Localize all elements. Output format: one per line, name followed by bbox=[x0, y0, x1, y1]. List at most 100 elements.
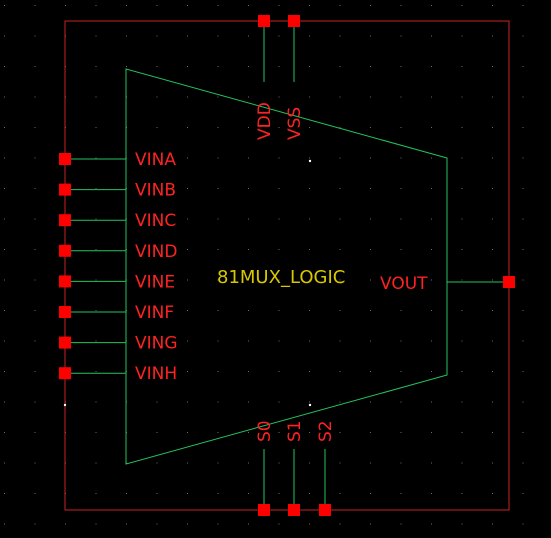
grid-dot bbox=[4, 340, 5, 342]
input-pin-connector[interactable] bbox=[59, 153, 71, 165]
grid-dot bbox=[217, 523, 219, 525]
power-pin-label: VSS bbox=[285, 107, 305, 140]
grid-dot bbox=[339, 96, 341, 98]
grid-dot bbox=[339, 218, 341, 220]
select-pin-connector[interactable] bbox=[258, 504, 270, 516]
grid-dot bbox=[400, 218, 402, 220]
grid-dot bbox=[309, 35, 310, 37]
output-pin-label: VOUT bbox=[380, 274, 428, 294]
grid-dot bbox=[461, 523, 463, 525]
grid-dot bbox=[217, 188, 219, 189]
grid-dot bbox=[309, 188, 310, 189]
grid-dot bbox=[156, 462, 158, 464]
grid-dot bbox=[339, 462, 341, 464]
grid-dot bbox=[522, 157, 524, 159]
input-pin-connector[interactable] bbox=[59, 183, 71, 196]
grid-dot bbox=[4, 5, 5, 6]
grid-dot bbox=[65, 5, 66, 6]
grid-dot bbox=[461, 249, 463, 250]
grid-dot bbox=[492, 340, 493, 342]
grid-dot bbox=[248, 401, 249, 403]
grid-dot bbox=[461, 462, 463, 464]
grid-dot bbox=[156, 5, 158, 6]
grid-dot bbox=[522, 66, 524, 67]
grid-dot bbox=[217, 157, 219, 159]
grid-dot bbox=[492, 35, 493, 37]
symbol-name-label: 81MUX_LOGIC bbox=[217, 267, 345, 288]
grid-dot bbox=[461, 35, 463, 37]
grid-dot bbox=[217, 96, 219, 98]
input-pin-connector[interactable] bbox=[59, 244, 71, 257]
input-pin-connector[interactable] bbox=[59, 214, 71, 227]
grid-dot bbox=[248, 66, 249, 67]
grid-dot bbox=[217, 462, 219, 464]
grid-dot bbox=[278, 188, 280, 189]
grid-dot bbox=[309, 432, 310, 433]
grid-dot bbox=[461, 5, 463, 6]
grid-dot bbox=[431, 157, 432, 159]
grid-dot bbox=[187, 371, 188, 372]
grid-dot bbox=[400, 371, 402, 372]
grid-dot bbox=[400, 188, 402, 189]
grid-dot bbox=[95, 279, 97, 281]
grid-dot bbox=[400, 157, 402, 159]
grid-dot bbox=[4, 218, 5, 220]
grid-dot bbox=[248, 35, 249, 37]
power-pin-connector[interactable] bbox=[288, 15, 300, 27]
schematic-symbol-svg: VINAVINBVINCVINDVINEVINFVINGVINH VDD VSS … bbox=[0, 0, 551, 533]
grid-dot bbox=[217, 371, 219, 372]
grid-dot bbox=[461, 66, 463, 67]
grid-dot bbox=[522, 401, 524, 403]
grid-dot bbox=[522, 279, 524, 281]
grid-dot bbox=[278, 127, 280, 128]
input-pin-label: VINF bbox=[135, 303, 174, 323]
grid-dot bbox=[309, 493, 310, 494]
grid-dot bbox=[4, 279, 5, 281]
grid-dot bbox=[95, 66, 97, 67]
grid-dot bbox=[4, 523, 5, 525]
grid-dot bbox=[126, 66, 127, 67]
power-pin-connector[interactable] bbox=[258, 15, 270, 27]
grid-dot bbox=[217, 249, 219, 250]
grid-dot bbox=[400, 35, 402, 37]
grid-dot bbox=[492, 371, 493, 372]
grid-dot bbox=[34, 371, 36, 372]
grid-dot bbox=[370, 188, 371, 189]
grid-dot bbox=[431, 493, 432, 494]
input-pin-label: VINA bbox=[135, 150, 176, 170]
grid-dot bbox=[278, 35, 280, 37]
select-pin-connector[interactable] bbox=[319, 504, 331, 516]
grid-dot bbox=[34, 401, 36, 403]
grid-dot bbox=[4, 401, 5, 403]
grid-dot bbox=[400, 96, 402, 98]
grid-dot bbox=[34, 96, 36, 98]
grid-dot bbox=[461, 127, 463, 128]
grid-dot bbox=[461, 371, 463, 372]
grid-dot bbox=[156, 66, 158, 67]
grid-dot bbox=[461, 310, 463, 311]
grid-dot bbox=[95, 493, 97, 494]
grid-dot bbox=[4, 66, 5, 67]
grid-dot bbox=[217, 35, 219, 37]
input-pin-connector[interactable] bbox=[59, 336, 71, 349]
output-pin-connector[interactable] bbox=[503, 276, 515, 288]
grid-dot bbox=[370, 5, 371, 6]
grid-dot bbox=[278, 462, 280, 464]
grid-dot bbox=[278, 218, 280, 220]
select-pin-connector[interactable] bbox=[288, 504, 300, 516]
grid-dot bbox=[95, 432, 97, 433]
grid-dot bbox=[522, 218, 524, 220]
grid-dot bbox=[278, 249, 280, 250]
grid-dot bbox=[309, 157, 310, 159]
grid-dot bbox=[95, 127, 97, 128]
input-pin-connector[interactable] bbox=[59, 275, 71, 288]
grid-dot bbox=[4, 371, 5, 372]
input-pin-label: VINH bbox=[135, 364, 177, 384]
grid-dot bbox=[431, 432, 432, 433]
grid-dot bbox=[370, 523, 371, 525]
schematic-canvas[interactable]: VINA VINB VINC VIND VINE VINF VING VINH VDD VSS … bbox=[0, 0, 551, 533]
input-pin-connector[interactable] bbox=[59, 306, 71, 318]
grid-dot bbox=[339, 401, 341, 403]
input-pin-connector[interactable] bbox=[59, 367, 71, 380]
grid-dot bbox=[492, 310, 493, 311]
